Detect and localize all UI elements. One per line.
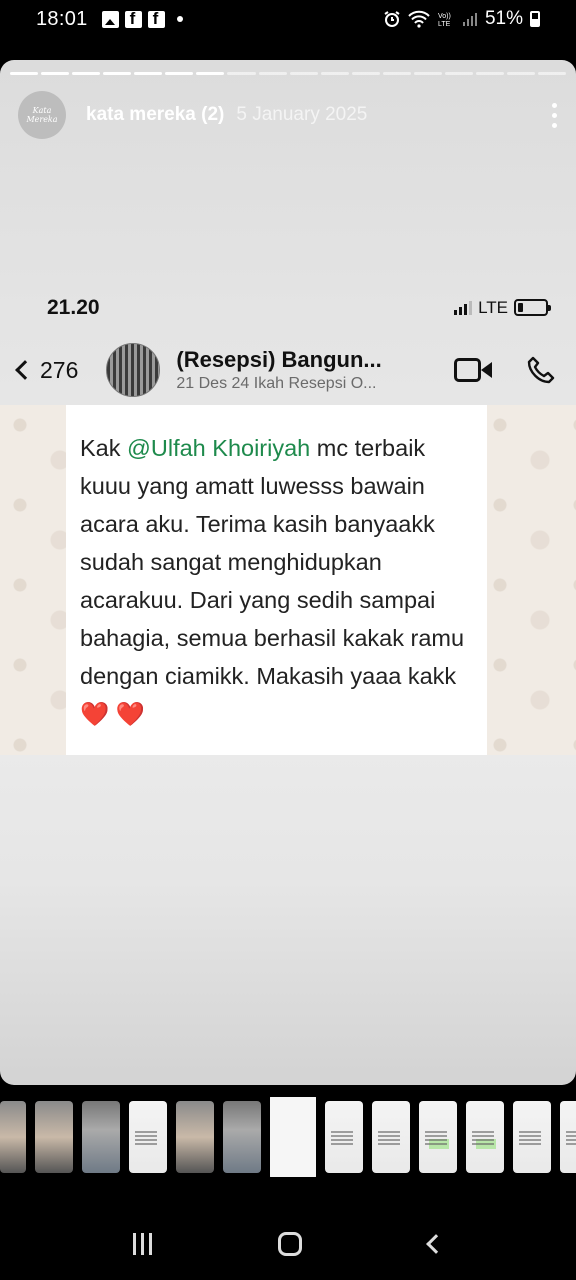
notification-icons bbox=[101, 9, 183, 29]
progress-segment bbox=[475, 72, 504, 75]
story-thumbnail[interactable] bbox=[466, 1101, 504, 1173]
signal-icon bbox=[462, 13, 477, 26]
progress-segment bbox=[507, 72, 536, 75]
progress-segment bbox=[258, 72, 287, 75]
progress-segment bbox=[289, 72, 318, 75]
phone-call-icon[interactable] bbox=[526, 355, 556, 385]
gallery-icon bbox=[101, 10, 119, 28]
recents-button[interactable] bbox=[133, 1233, 153, 1255]
story-thumbnail[interactable] bbox=[35, 1101, 73, 1173]
system-status-bar: 18:01 Vo))LTE 51% bbox=[0, 0, 576, 38]
progress-segment bbox=[165, 72, 194, 75]
story-thumbnail[interactable] bbox=[176, 1101, 214, 1173]
navigation-bar bbox=[0, 1208, 576, 1280]
network-type: LTE bbox=[478, 297, 508, 317]
svg-text:Vo)): Vo)) bbox=[438, 13, 451, 20]
whatsapp-status-bar: 21.20 LTE bbox=[0, 280, 576, 335]
group-subtitle: 21 Des 24 Ikah Resepsi O... bbox=[176, 375, 377, 392]
svg-text:LTE: LTE bbox=[438, 21, 451, 28]
status-right: Vo)) LTE 51% bbox=[383, 8, 540, 30]
battery-icon bbox=[514, 299, 551, 316]
unread-count: 276 bbox=[40, 356, 79, 383]
avatar-text: Kata Mereka bbox=[26, 106, 58, 124]
message-body: mc terbaik kuuu yang amatt luwesss bawai… bbox=[80, 435, 465, 689]
mention-link[interactable]: @Ulfah Khoiriyah bbox=[127, 435, 310, 461]
facebook-icon bbox=[147, 9, 165, 29]
clock: 18:01 bbox=[36, 7, 88, 30]
progress-segment bbox=[41, 72, 70, 75]
progress-segment bbox=[134, 72, 163, 75]
group-info[interactable]: (Resepsi) Bangun... 21 Des 24 Ikah Resep… bbox=[176, 347, 404, 393]
story-thumbnail[interactable] bbox=[513, 1101, 551, 1173]
progress-segment bbox=[320, 72, 349, 75]
progress-segment bbox=[413, 72, 442, 75]
chevron-left-icon bbox=[15, 360, 35, 380]
story-avatar[interactable]: Kata Mereka bbox=[18, 91, 66, 139]
wa-time: 21.20 bbox=[47, 295, 100, 319]
story-thumbnail[interactable] bbox=[82, 1101, 120, 1173]
message-prefix: Kak bbox=[80, 435, 128, 461]
story-thumbnail[interactable] bbox=[372, 1101, 410, 1173]
signal-bars-icon bbox=[454, 300, 473, 315]
dot-icon bbox=[176, 16, 183, 22]
story-header: Kata Mereka kata mereka (2) 5 January 20… bbox=[18, 90, 558, 140]
battery-percent: 51% bbox=[484, 8, 523, 29]
story-thumbnail-strip[interactable] bbox=[0, 1097, 576, 1177]
story-thumbnail[interactable] bbox=[223, 1101, 261, 1173]
story-thumbnail[interactable] bbox=[0, 1101, 26, 1173]
story-thumbnail[interactable] bbox=[419, 1101, 457, 1173]
story-thumbnail-active[interactable] bbox=[270, 1097, 316, 1177]
video-call-icon[interactable] bbox=[454, 358, 492, 382]
progress-segment bbox=[103, 72, 132, 75]
progress-segment bbox=[351, 72, 380, 75]
progress-segment bbox=[72, 72, 101, 75]
chat-header: 276 (Resepsi) Bangun... 21 Des 24 Ikah R… bbox=[0, 335, 576, 405]
wifi-icon bbox=[408, 10, 430, 28]
heart-emoji: ❤️ ❤️ bbox=[80, 701, 146, 727]
progress-segment bbox=[196, 72, 225, 75]
group-name: (Resepsi) Bangun... bbox=[176, 347, 382, 372]
back-button[interactable]: 276 bbox=[12, 357, 78, 384]
progress-segment bbox=[382, 72, 411, 75]
alarm-icon bbox=[384, 11, 400, 27]
facebook-icon bbox=[124, 9, 142, 29]
story-thumbnail[interactable] bbox=[325, 1101, 363, 1173]
story-thumbnail[interactable] bbox=[129, 1101, 167, 1173]
back-nav-button[interactable] bbox=[425, 1234, 446, 1254]
progress-segment bbox=[10, 72, 39, 75]
battery-icon bbox=[530, 11, 540, 27]
home-button[interactable] bbox=[278, 1232, 303, 1256]
story-thumbnail[interactable] bbox=[560, 1101, 576, 1173]
story-progress-bar bbox=[10, 72, 567, 75]
progress-segment bbox=[444, 72, 473, 75]
story-date: 5 January 2025 bbox=[236, 104, 368, 125]
account-name[interactable]: kata mereka (2) bbox=[86, 104, 224, 126]
progress-segment bbox=[227, 72, 256, 75]
group-avatar[interactable] bbox=[106, 343, 161, 397]
more-options-icon[interactable] bbox=[550, 102, 558, 128]
progress-segment bbox=[538, 72, 567, 75]
message-bubble: Kak @Ulfah Khoiriyah mc terbaik kuuu yan… bbox=[66, 405, 487, 755]
volte-icon: Vo))LTE bbox=[438, 13, 451, 28]
